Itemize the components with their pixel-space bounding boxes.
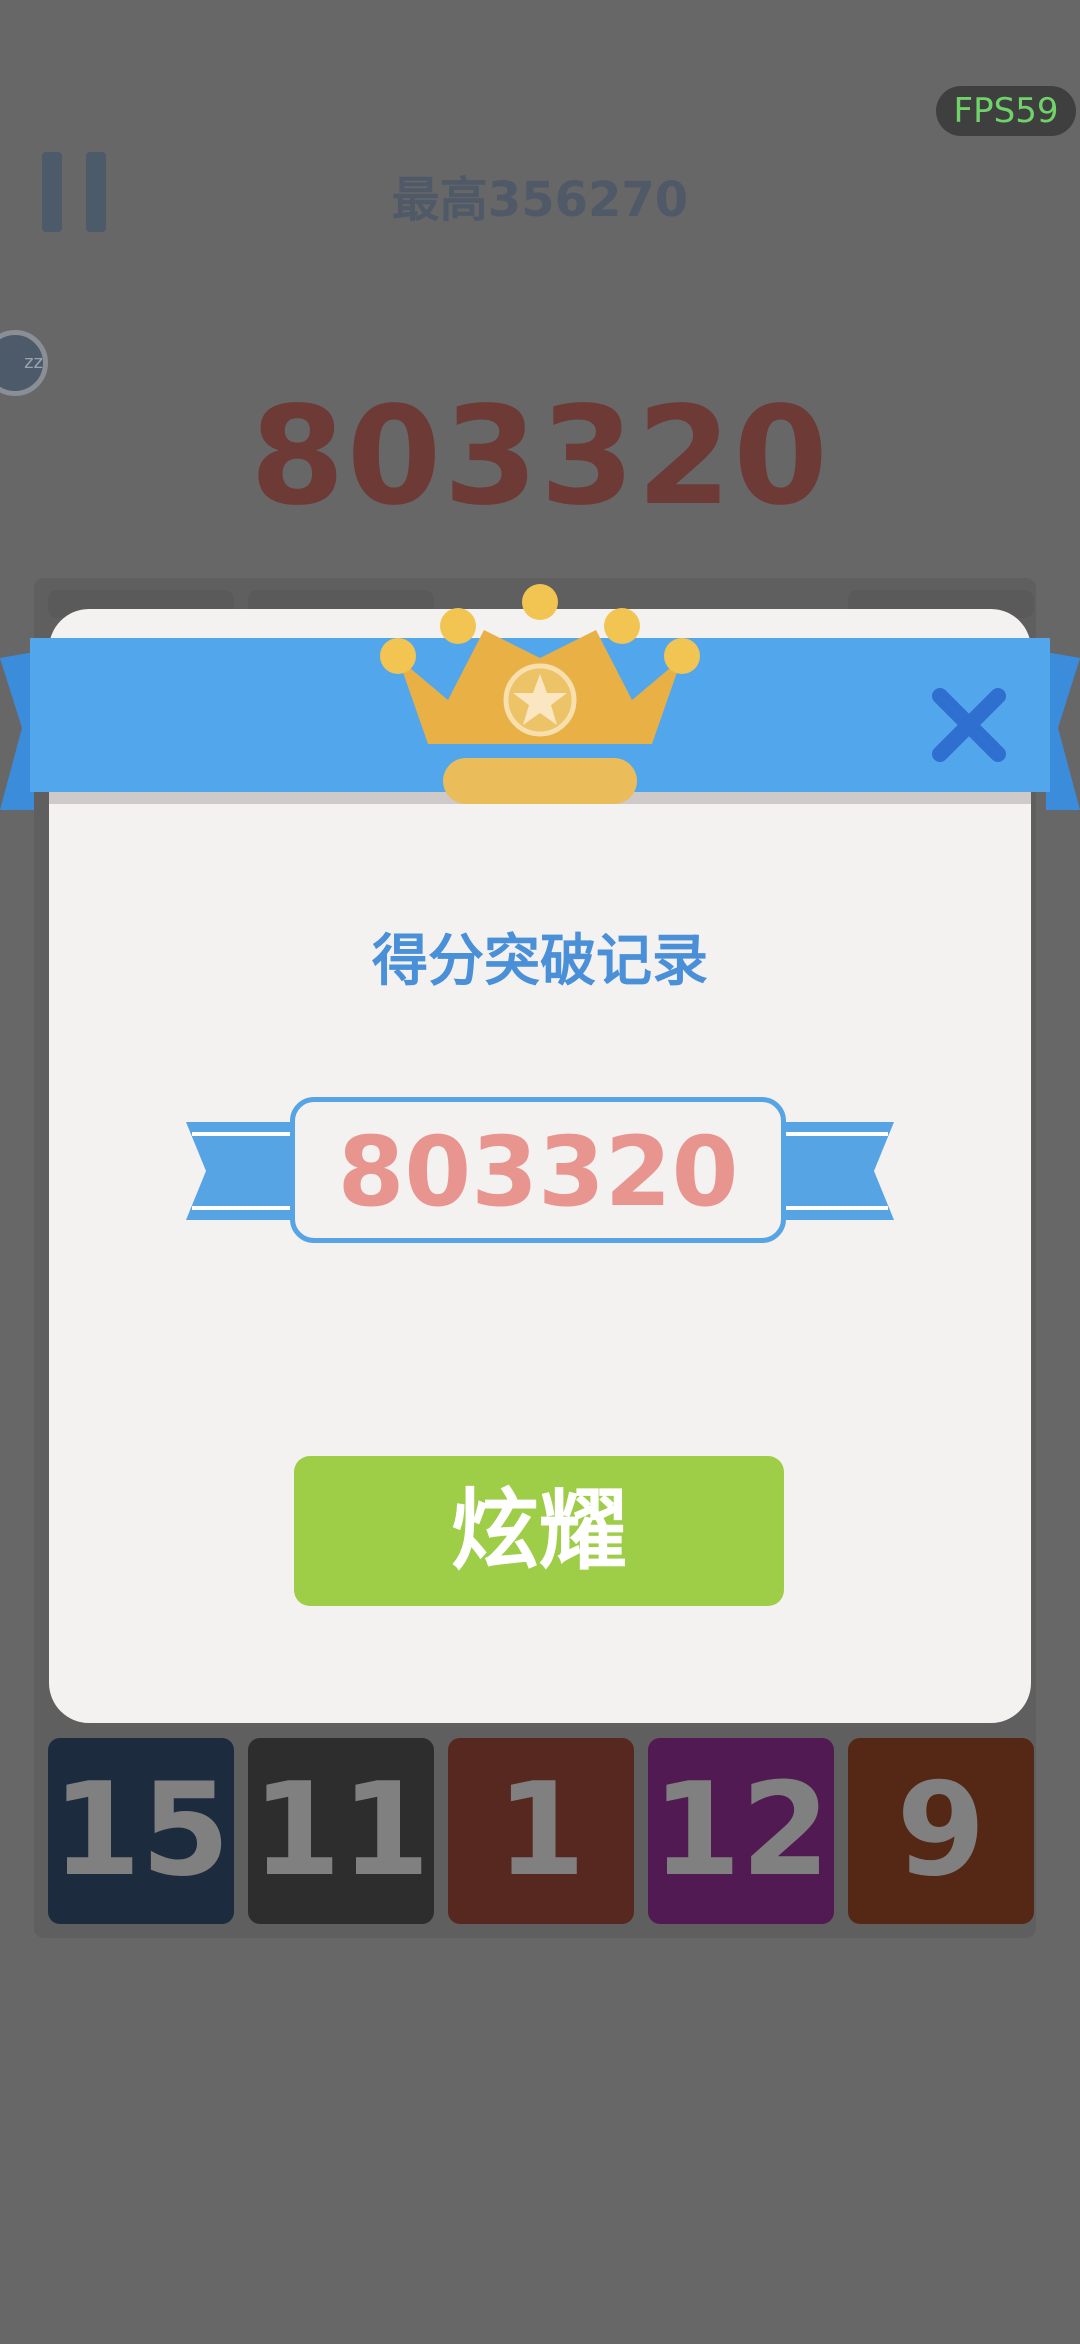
tile[interactable]: 9	[848, 1738, 1034, 1924]
fps-counter: FPS59	[936, 86, 1076, 136]
pause-icon	[42, 152, 62, 232]
show-off-button[interactable]: 炫耀	[294, 1456, 784, 1606]
dialog-title: 得分突破记录	[372, 929, 708, 994]
sleep-icon[interactable]: zz	[0, 330, 48, 396]
crown-icon	[380, 584, 700, 804]
tile[interactable]: 1	[448, 1738, 634, 1924]
close-icon[interactable]	[930, 686, 1008, 764]
bottom-tile-row: 15 11 1 12 9	[48, 1738, 1034, 1924]
tile[interactable]: 15	[48, 1738, 234, 1924]
best-score: 最高356270	[391, 172, 689, 228]
tile[interactable]: 12	[648, 1738, 834, 1924]
record-score: 803320	[337, 1116, 739, 1228]
pause-button[interactable]	[42, 152, 106, 232]
tile[interactable]: 11	[248, 1738, 434, 1924]
current-score: 803320	[250, 378, 830, 536]
